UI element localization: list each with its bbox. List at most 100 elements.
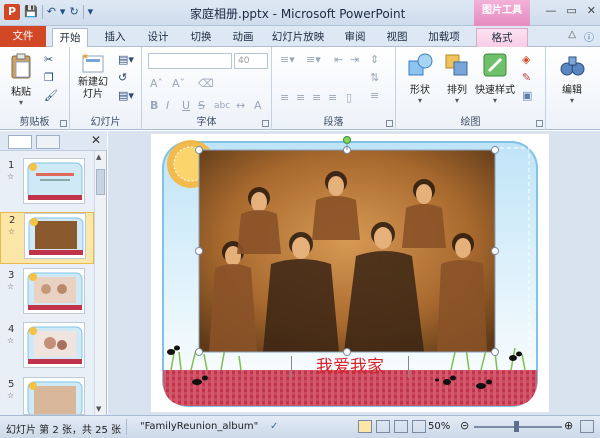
tab-file[interactable]: 文件 xyxy=(0,26,46,47)
format-painter-icon[interactable]: 🖌 xyxy=(44,89,58,103)
window-title: 家庭相册.pptx - Microsoft PowerPoint xyxy=(190,7,406,21)
scrollbar-thumb[interactable] xyxy=(96,169,105,195)
tab-format[interactable]: 格式 xyxy=(476,28,528,47)
shape-effects-icon[interactable]: ▣ xyxy=(522,89,532,103)
group-label-paragraph: 段落 xyxy=(323,117,344,128)
tab-home[interactable]: 开始 xyxy=(52,28,88,48)
shapes-button[interactable]: 形状 ▾ xyxy=(402,51,438,105)
fit-to-window-icon[interactable] xyxy=(580,420,594,433)
increase-indent-icon[interactable]: ⇥ xyxy=(350,53,359,67)
tab-animations[interactable]: 动画 xyxy=(226,28,260,47)
font-color-icon[interactable]: A xyxy=(254,99,262,113)
copy-icon[interactable]: ❐ xyxy=(44,71,54,85)
slides-tab[interactable] xyxy=(8,135,32,149)
thumbnail-slide-1[interactable]: 1 ☆ xyxy=(0,158,94,210)
restore-icon[interactable]: ▭ xyxy=(566,4,576,17)
slide-1-preview xyxy=(23,158,85,204)
reset-icon[interactable]: ↺ xyxy=(118,71,127,85)
strikethrough-button[interactable]: S xyxy=(198,99,205,113)
font-size-combobox[interactable]: 40 xyxy=(234,53,268,69)
group-slides: ✶ 新建幻灯片 ▤▾ ↺ ▤▾ 幻灯片 xyxy=(70,47,142,130)
help-icon[interactable]: ⓘ xyxy=(584,29,594,44)
new-slide-button[interactable]: ✶ 新建幻灯片 xyxy=(74,51,112,101)
redo-icon[interactable]: ↻ xyxy=(69,4,78,20)
thumbnail-slide-2[interactable]: 2 ☆ xyxy=(0,212,94,264)
justify-icon[interactable]: ≡ xyxy=(328,91,337,105)
zoom-slider-thumb[interactable] xyxy=(514,421,519,432)
undo-icon[interactable]: ↶ xyxy=(47,4,56,20)
status-separator xyxy=(126,419,127,435)
quick-styles-button[interactable]: 快速样式 ▾ xyxy=(474,51,516,105)
editing-button[interactable]: 编辑 ▾ xyxy=(554,51,590,105)
tab-slideshow[interactable]: 幻灯片放映 xyxy=(268,28,328,47)
shrink-font-icon[interactable]: Aˇ xyxy=(172,77,185,91)
columns-icon[interactable]: ▯ xyxy=(346,91,352,105)
shape-fill-icon[interactable]: ◈ xyxy=(522,53,530,67)
bold-button[interactable]: B xyxy=(150,99,158,113)
arrange-button[interactable]: 排列 ▾ xyxy=(442,51,472,105)
scroll-down-icon[interactable]: ▼ xyxy=(96,405,101,413)
thumbnail-slide-3[interactable]: 3 ☆ xyxy=(0,268,94,320)
slideshow-view-icon[interactable] xyxy=(412,420,426,433)
current-slide[interactable]: 我爱我家 xyxy=(151,134,549,412)
char-spacing-icon[interactable]: ↔ xyxy=(236,99,245,113)
minimize-icon[interactable]: — xyxy=(545,4,556,17)
save-icon[interactable]: 💾 xyxy=(24,4,38,20)
underline-button[interactable]: U xyxy=(182,99,190,113)
minimize-ribbon-icon[interactable]: △ xyxy=(568,29,576,44)
align-right-icon[interactable]: ≡ xyxy=(312,91,321,105)
font-launcher-icon[interactable] xyxy=(262,120,269,127)
slide-sorter-icon[interactable] xyxy=(376,420,390,433)
italic-button[interactable]: I xyxy=(166,99,169,113)
ribbon-right-controls: △ ⓘ xyxy=(568,29,594,44)
font-name-combobox[interactable] xyxy=(148,53,232,69)
paragraph-launcher-icon[interactable] xyxy=(386,120,393,127)
normal-view-icon[interactable] xyxy=(358,420,372,433)
tab-view[interactable]: 视图 xyxy=(380,28,414,47)
layout-icon[interactable]: ▤▾ xyxy=(118,53,134,67)
align-center-icon[interactable]: ≡ xyxy=(296,91,305,105)
close-icon[interactable]: ✕ xyxy=(91,133,101,147)
animation-star-icon: ☆ xyxy=(8,227,16,236)
bullets-icon[interactable]: ≡▾ xyxy=(280,53,295,67)
section-icon[interactable]: ▤▾ xyxy=(118,89,134,103)
align-left-icon[interactable]: ≡ xyxy=(280,91,289,105)
shadow-button[interactable]: abc xyxy=(214,99,230,113)
drawing-launcher-icon[interactable] xyxy=(536,120,543,127)
tab-transitions[interactable]: 切换 xyxy=(184,28,218,47)
close-icon[interactable]: ✕ xyxy=(587,4,596,17)
thumbnail-slide-4[interactable]: 4 ☆ xyxy=(0,322,94,374)
status-bar: 幻灯片 第 2 张，共 25 张 "FamilyReunion_album" ✓… xyxy=(0,415,600,438)
clipboard-launcher-icon[interactable] xyxy=(60,120,67,127)
text-direction-icon[interactable]: ⇅ xyxy=(370,71,379,85)
slide-caption[interactable]: 我爱我家 xyxy=(291,356,409,378)
group-label-slides: 幻灯片 xyxy=(90,117,121,128)
group-label-drawing: 绘图 xyxy=(460,117,481,128)
shape-outline-icon[interactable]: ✎ xyxy=(522,71,531,85)
tab-review[interactable]: 审阅 xyxy=(338,28,372,47)
tab-addins[interactable]: 加载项 xyxy=(420,28,468,47)
align-text-icon[interactable]: ≡ xyxy=(370,89,379,103)
decrease-indent-icon[interactable]: ⇤ xyxy=(334,53,343,67)
spell-check-icon[interactable]: ✓ xyxy=(270,421,278,432)
thumbnail-slide-5[interactable]: 5 ☆ xyxy=(0,377,94,415)
grow-font-icon[interactable]: Aˆ xyxy=(150,77,163,91)
outline-tab[interactable] xyxy=(36,135,60,149)
zoom-level[interactable]: 50% xyxy=(428,421,450,432)
zoom-out-icon[interactable]: ⊝ xyxy=(460,419,469,432)
reading-view-icon[interactable] xyxy=(394,420,408,433)
tab-insert[interactable]: 插入 xyxy=(98,28,132,47)
group-drawing: 形状 ▾ 排列 ▾ 快速样式 ▾ ◈ ✎ ▣ 绘图 xyxy=(396,47,546,130)
line-spacing-icon[interactable]: ⇕ xyxy=(370,53,379,67)
customize-qat-icon[interactable]: ▾ xyxy=(88,4,94,20)
paste-button[interactable]: 粘贴 ▾ xyxy=(6,53,36,107)
slide-counter: 幻灯片 第 2 张，共 25 张 xyxy=(6,425,121,436)
undo-dropdown-icon[interactable]: ▾ xyxy=(60,4,66,20)
slides-pane-scrollbar[interactable]: ▲ ▼ xyxy=(94,151,106,415)
zoom-in-icon[interactable]: ⊕ xyxy=(564,419,573,432)
tab-design[interactable]: 设计 xyxy=(141,28,175,47)
scroll-up-icon[interactable]: ▲ xyxy=(96,153,101,161)
clear-format-icon[interactable]: ⌫ xyxy=(198,77,214,91)
cut-icon[interactable]: ✂ xyxy=(44,53,53,67)
numbering-icon[interactable]: ≡▾ xyxy=(306,53,321,67)
